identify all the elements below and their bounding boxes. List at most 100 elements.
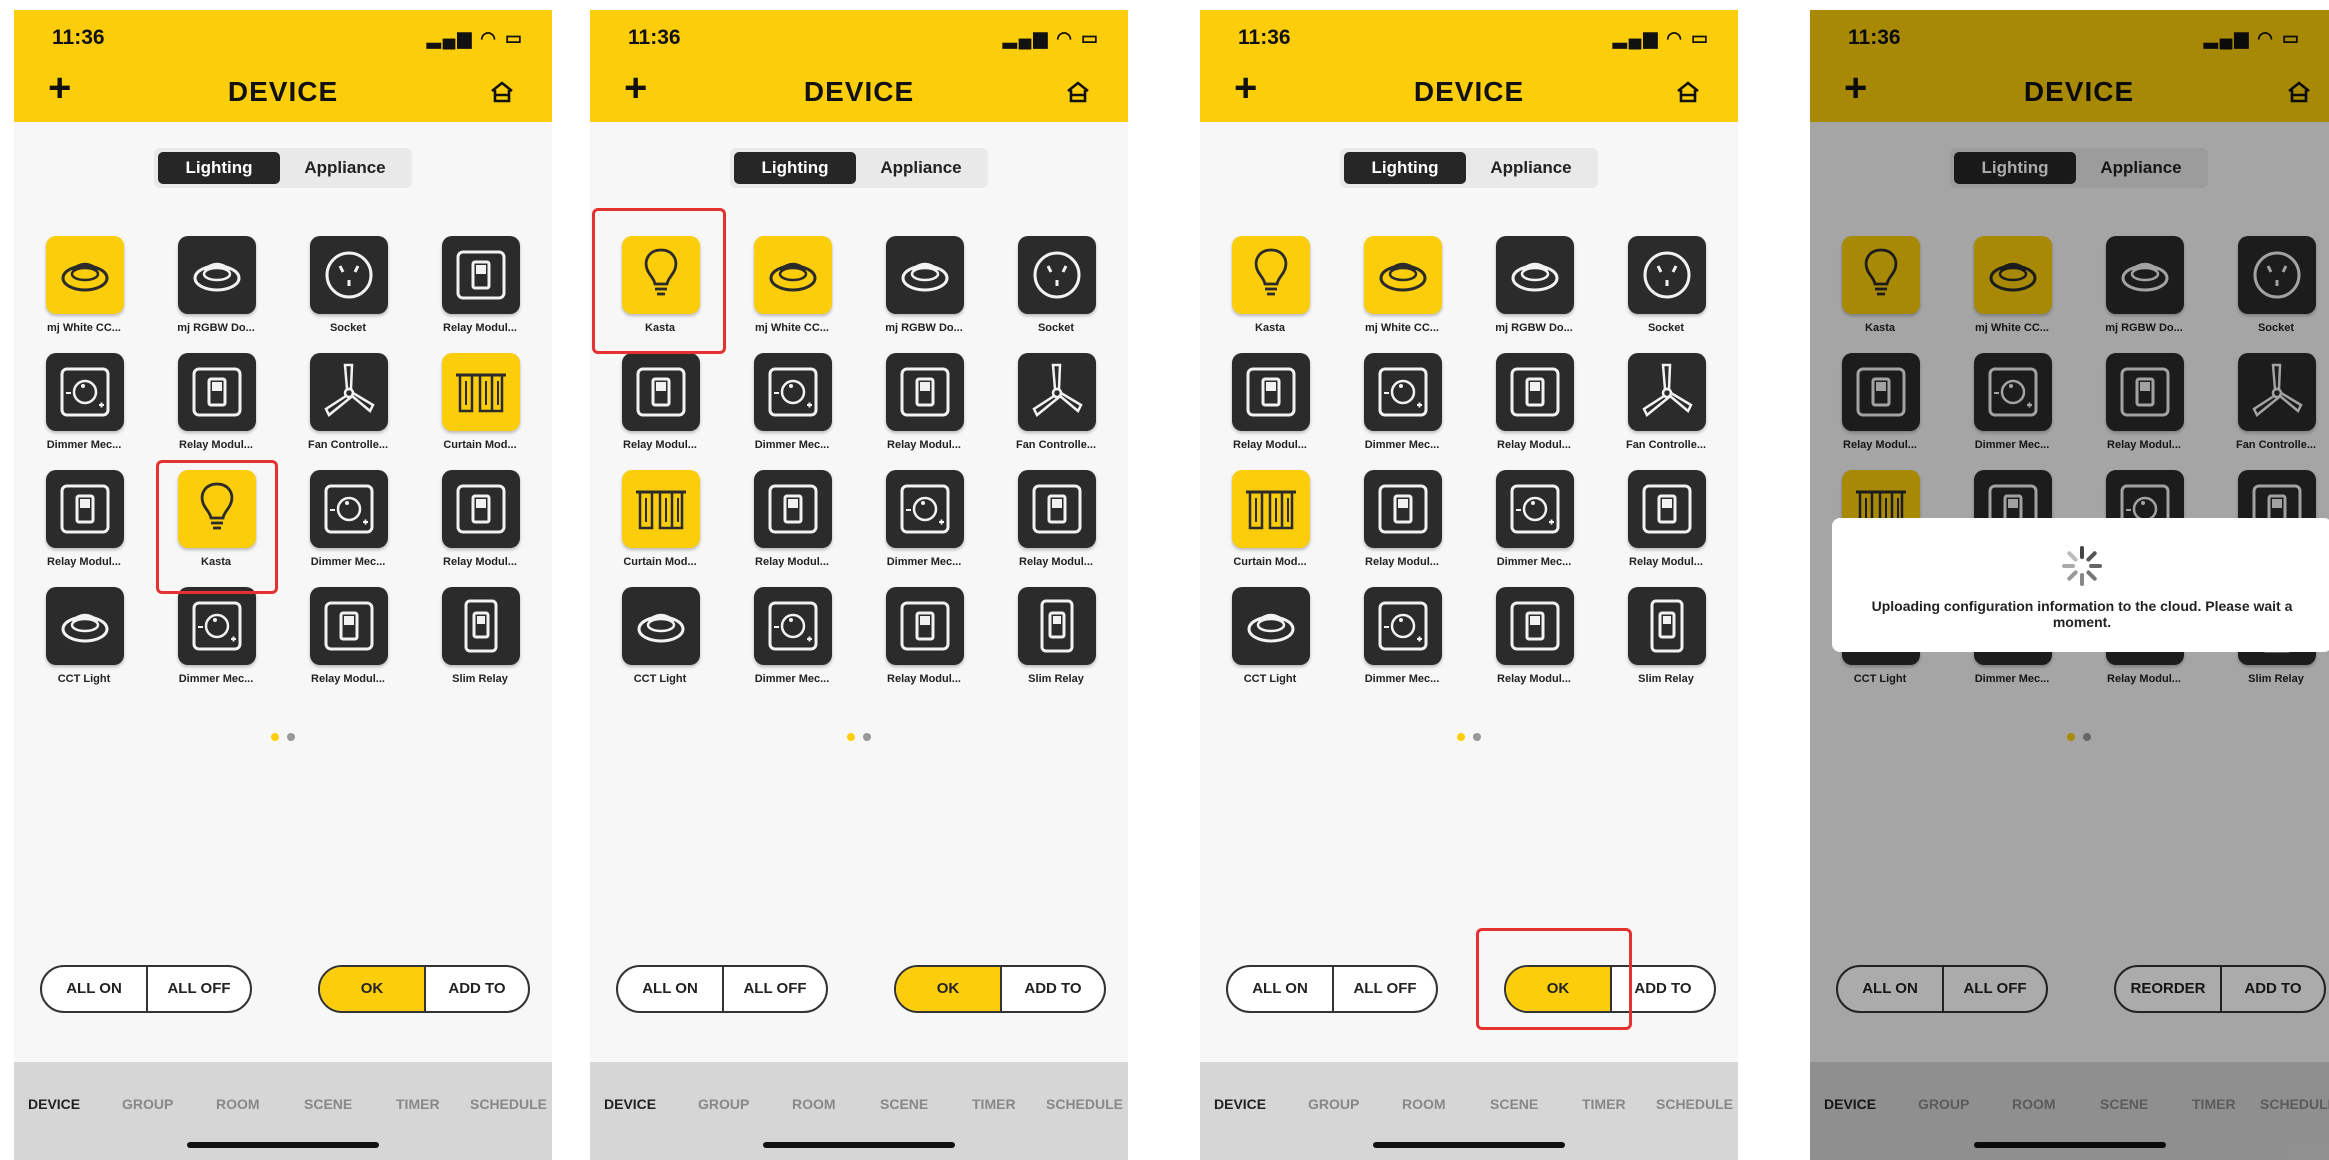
device-item[interactable]: Slim Relay [410, 587, 530, 707]
device-item[interactable]: Fan Controlle... [278, 353, 398, 473]
device-item[interactable]: Dimmer Mec... [278, 470, 398, 590]
device-item[interactable]: Dimmer Mec... [1332, 353, 1452, 473]
device-tile[interactable] [754, 470, 832, 548]
device-tile[interactable] [1364, 353, 1442, 431]
tab-scene[interactable]: SCENE [1490, 1096, 1538, 1112]
device-item[interactable]: mj White CC... [722, 236, 842, 356]
device-item[interactable]: mj RGBW Do... [1464, 236, 1584, 356]
device-tile[interactable] [442, 470, 520, 548]
home-icon[interactable] [1676, 80, 1700, 104]
device-tile[interactable] [622, 470, 700, 548]
device-tile[interactable] [1496, 236, 1574, 314]
device-tile[interactable] [46, 470, 124, 548]
tab-group[interactable]: GROUP [122, 1096, 173, 1112]
device-tile[interactable] [310, 353, 388, 431]
device-tile[interactable] [310, 470, 388, 548]
add-to-button[interactable]: ADD TO [1002, 967, 1104, 1011]
device-item[interactable]: Relay Modul... [986, 470, 1106, 590]
device-item[interactable]: mj RGBW Do... [146, 236, 266, 356]
device-item[interactable]: mj White CC... [14, 236, 134, 356]
device-item[interactable]: Relay Modul... [410, 470, 530, 590]
tab-device[interactable]: DEVICE [604, 1096, 656, 1112]
tab-timer[interactable]: TIMER [396, 1096, 440, 1112]
device-item[interactable]: Relay Modul... [854, 353, 974, 473]
tab-appliance[interactable]: Appliance [858, 152, 984, 184]
device-item[interactable]: Relay Modul... [14, 470, 134, 590]
home-icon[interactable] [490, 80, 514, 104]
tab-room[interactable]: ROOM [792, 1096, 836, 1112]
device-item[interactable]: Curtain Mod... [410, 353, 530, 473]
device-tile[interactable] [1018, 353, 1096, 431]
device-item[interactable]: Relay Modul... [1332, 470, 1452, 590]
device-tile[interactable] [1628, 236, 1706, 314]
all-on-button[interactable]: ALL ON [618, 967, 722, 1011]
device-tile[interactable] [442, 587, 520, 665]
device-tile[interactable] [1232, 587, 1310, 665]
device-item[interactable]: Socket [986, 236, 1106, 356]
device-item[interactable]: Slim Relay [1596, 587, 1716, 707]
device-item[interactable]: Fan Controlle... [1596, 353, 1716, 473]
device-item[interactable]: Fan Controlle... [986, 353, 1106, 473]
add-to-button[interactable]: ADD TO [426, 967, 528, 1011]
device-tile[interactable] [1018, 236, 1096, 314]
page-dot[interactable] [287, 733, 295, 741]
device-item[interactable]: Dimmer Mec... [854, 470, 974, 590]
device-item[interactable]: Relay Modul... [1200, 353, 1320, 473]
device-item[interactable]: Slim Relay [986, 587, 1106, 707]
all-on-button[interactable]: ALL ON [42, 967, 146, 1011]
page-dot-active[interactable] [847, 733, 855, 741]
device-tile[interactable] [178, 587, 256, 665]
device-tile[interactable] [1364, 587, 1442, 665]
device-tile[interactable] [622, 587, 700, 665]
device-tile[interactable] [1018, 470, 1096, 548]
tab-room[interactable]: ROOM [216, 1096, 260, 1112]
device-item[interactable]: Kasta [1200, 236, 1320, 356]
device-item[interactable]: Relay Modul... [1596, 470, 1716, 590]
device-tile[interactable] [442, 236, 520, 314]
device-item[interactable]: mj White CC... [1332, 236, 1452, 356]
device-tile[interactable] [1232, 353, 1310, 431]
device-tile[interactable] [178, 236, 256, 314]
tab-timer[interactable]: TIMER [1582, 1096, 1626, 1112]
device-item[interactable]: Dimmer Mec... [722, 353, 842, 473]
device-item[interactable]: CCT Light [14, 587, 134, 707]
tab-device[interactable]: DEVICE [28, 1096, 80, 1112]
device-item[interactable]: Relay Modul... [278, 587, 398, 707]
device-item[interactable]: CCT Light [1200, 587, 1320, 707]
device-tile[interactable] [46, 353, 124, 431]
device-item[interactable]: Relay Modul... [1464, 587, 1584, 707]
device-tile[interactable] [1496, 470, 1574, 548]
device-tile[interactable] [310, 587, 388, 665]
ok-button[interactable]: OK [320, 967, 424, 1011]
tab-room[interactable]: ROOM [1402, 1096, 1446, 1112]
all-off-button[interactable]: ALL OFF [1334, 967, 1436, 1011]
device-item[interactable]: Socket [278, 236, 398, 356]
device-item[interactable]: Dimmer Mec... [14, 353, 134, 473]
all-off-button[interactable]: ALL OFF [724, 967, 826, 1011]
ok-button[interactable]: OK [896, 967, 1000, 1011]
page-dot[interactable] [1473, 733, 1481, 741]
tab-schedule[interactable]: SCHEDULE [470, 1096, 547, 1112]
device-item[interactable]: Dimmer Mec... [1464, 470, 1584, 590]
device-tile[interactable] [886, 587, 964, 665]
page-dot[interactable] [863, 733, 871, 741]
device-tile[interactable] [1232, 470, 1310, 548]
tab-lighting[interactable]: Lighting [158, 152, 280, 184]
tab-device[interactable]: DEVICE [1214, 1096, 1266, 1112]
device-item[interactable]: mj RGBW Do... [854, 236, 974, 356]
device-item[interactable]: Dimmer Mec... [1332, 587, 1452, 707]
device-tile[interactable] [886, 236, 964, 314]
device-tile[interactable] [1018, 587, 1096, 665]
device-item[interactable]: Relay Modul... [722, 470, 842, 590]
home-icon[interactable] [1066, 80, 1090, 104]
device-item[interactable]: CCT Light [590, 587, 710, 707]
device-item[interactable]: Relay Modul... [1464, 353, 1584, 473]
device-tile[interactable] [1628, 587, 1706, 665]
device-item[interactable]: Socket [1596, 236, 1716, 356]
device-item[interactable]: Curtain Mod... [1200, 470, 1320, 590]
device-tile[interactable] [310, 236, 388, 314]
device-item[interactable]: Relay Modul... [590, 353, 710, 473]
device-tile[interactable] [1628, 353, 1706, 431]
tab-schedule[interactable]: SCHEDULE [1046, 1096, 1123, 1112]
tab-appliance[interactable]: Appliance [1468, 152, 1594, 184]
